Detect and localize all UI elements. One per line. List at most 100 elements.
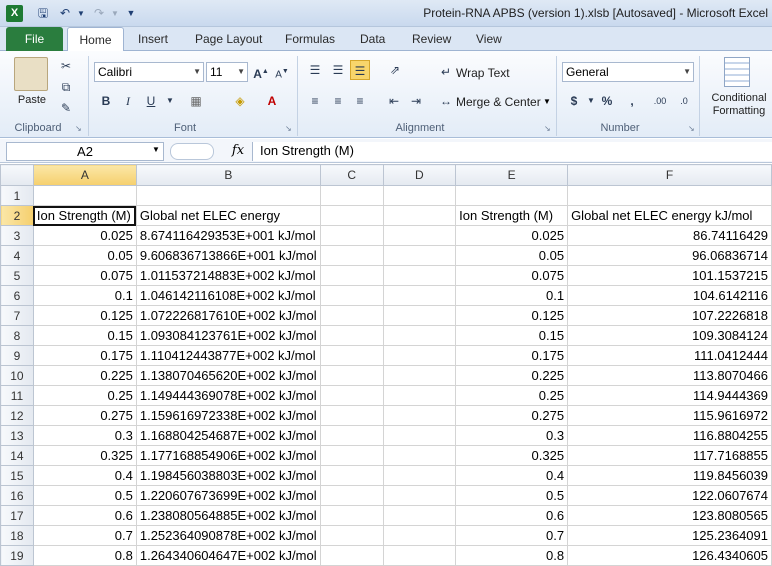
font-name-combo[interactable]: Calibri ▼: [94, 62, 204, 82]
cell-b[interactable]: 1.177168854906E+002 kJ/mol: [135, 445, 321, 466]
cell-f[interactable]: 123.8080565: [567, 505, 772, 526]
cell-a[interactable]: 0.5: [32, 485, 137, 506]
cell-c[interactable]: [319, 325, 384, 346]
column-header-e[interactable]: E: [455, 164, 569, 186]
cell-a[interactable]: 0.7: [32, 525, 137, 546]
row-header[interactable]: 18: [0, 525, 34, 546]
cell-d[interactable]: [382, 485, 457, 506]
cell-a[interactable]: 0.05: [32, 245, 137, 266]
cell-b[interactable]: [135, 185, 321, 206]
cell-d[interactable]: [382, 365, 457, 386]
cell-e[interactable]: 0.275: [455, 405, 569, 426]
cell-a[interactable]: 0.325: [32, 445, 137, 466]
cell-f[interactable]: 109.3084124: [567, 325, 772, 346]
cell-e[interactable]: 0.7: [455, 525, 569, 546]
font-size-combo[interactable]: 11 ▼: [206, 62, 248, 82]
cell-b[interactable]: 1.138070465620E+002 kJ/mol: [135, 365, 321, 386]
row-header[interactable]: 7: [0, 305, 34, 326]
column-header-b[interactable]: B: [135, 164, 321, 186]
cell-d[interactable]: [382, 225, 457, 246]
cell-e[interactable]: 0.15: [455, 325, 569, 346]
merge-dropdown-icon[interactable]: ▼: [543, 97, 551, 106]
cell-d[interactable]: [382, 525, 457, 546]
column-header-d[interactable]: D: [382, 164, 457, 186]
cell-e[interactable]: Ion Strength (M): [455, 205, 569, 226]
name-box[interactable]: A2: [6, 142, 164, 161]
row-header[interactable]: 15: [0, 465, 34, 486]
cell-e[interactable]: 0.6: [455, 505, 569, 526]
align-left-icon[interactable]: ≡: [305, 91, 325, 111]
conditional-formatting-label-2[interactable]: Formatting: [704, 105, 772, 117]
select-all-corner[interactable]: [0, 164, 34, 186]
cell-e[interactable]: 0.025: [455, 225, 569, 246]
insert-function-button[interactable]: fx: [228, 142, 248, 161]
row-header[interactable]: 9: [0, 345, 34, 366]
cell-b[interactable]: 1.149444369078E+002 kJ/mol: [135, 385, 321, 406]
cell-a[interactable]: 0.1: [32, 285, 137, 306]
cell-e[interactable]: 0.05: [455, 245, 569, 266]
align-right-icon[interactable]: ≡: [350, 91, 370, 111]
shrink-font-icon[interactable]: A▼: [272, 62, 292, 82]
cell-c[interactable]: [319, 525, 384, 546]
cell-a[interactable]: [32, 185, 137, 206]
cell-c[interactable]: [319, 345, 384, 366]
cell-e[interactable]: 0.225: [455, 365, 569, 386]
bold-button[interactable]: B: [96, 91, 116, 111]
cell-a[interactable]: 0.225: [32, 365, 137, 386]
cut-icon[interactable]: ✂: [56, 56, 76, 76]
format-painter-icon[interactable]: ✎: [56, 98, 76, 118]
fill-color-icon[interactable]: ◈: [230, 91, 250, 111]
cell-b[interactable]: 1.238080564885E+002 kJ/mol: [135, 505, 321, 526]
cell-b[interactable]: 1.168804254687E+002 kJ/mol: [135, 425, 321, 446]
cell-e[interactable]: 0.075: [455, 265, 569, 286]
formula-input[interactable]: Ion Strength (M): [252, 142, 772, 161]
orientation-icon[interactable]: ⇗: [385, 60, 405, 80]
cell-c[interactable]: [319, 225, 384, 246]
decrease-indent-icon[interactable]: ⇤: [384, 91, 404, 111]
cell-a[interactable]: 0.125: [32, 305, 137, 326]
cell-a[interactable]: 0.025: [32, 225, 137, 246]
cell-c[interactable]: [319, 465, 384, 486]
cell-b[interactable]: 1.110412443877E+002 kJ/mol: [135, 345, 321, 366]
cell-c[interactable]: [319, 505, 384, 526]
font-color-icon[interactable]: A: [262, 91, 282, 111]
paste-icon[interactable]: [14, 57, 48, 91]
tab-home[interactable]: Home: [67, 27, 124, 52]
cell-b[interactable]: 1.046142116108E+002 kJ/mol: [135, 285, 321, 306]
align-middle-icon[interactable]: ☰: [328, 60, 348, 80]
cell-b[interactable]: 1.252364090878E+002 kJ/mol: [135, 525, 321, 546]
cell-a[interactable]: 0.3: [32, 425, 137, 446]
tab-view[interactable]: View: [476, 32, 502, 51]
paste-button[interactable]: Paste: [10, 94, 54, 106]
number-format-combo[interactable]: General ▼: [562, 62, 694, 82]
comma-button[interactable]: ,: [622, 91, 642, 111]
cell-f[interactable]: Global net ELEC energy kJ/mol: [567, 205, 772, 226]
row-header[interactable]: 16: [0, 485, 34, 506]
number-launcher-icon[interactable]: ↘: [688, 124, 695, 133]
cell-d[interactable]: [382, 465, 457, 486]
cell-f[interactable]: 117.7168855: [567, 445, 772, 466]
cell-c[interactable]: [319, 205, 384, 226]
decrease-decimal-button[interactable]: .0: [674, 91, 694, 111]
increase-decimal-button[interactable]: .00: [650, 91, 670, 111]
cell-a[interactable]: Ion Strength (M): [32, 205, 137, 226]
cell-c[interactable]: [319, 185, 384, 206]
cell-d[interactable]: [382, 285, 457, 306]
conditional-formatting-label-1[interactable]: Conditional: [704, 92, 772, 104]
cell-d[interactable]: [382, 545, 457, 566]
cell-f[interactable]: 116.8804255: [567, 425, 772, 446]
cell-c[interactable]: [319, 305, 384, 326]
row-header[interactable]: 11: [0, 385, 34, 406]
tab-page-layout[interactable]: Page Layout: [195, 32, 262, 51]
cell-c[interactable]: [319, 265, 384, 286]
cell-b[interactable]: 1.159616972338E+002 kJ/mol: [135, 405, 321, 426]
row-header[interactable]: 14: [0, 445, 34, 466]
increase-indent-icon[interactable]: ⇥: [406, 91, 426, 111]
tab-file[interactable]: File: [6, 27, 63, 51]
cell-e[interactable]: 0.4: [455, 465, 569, 486]
row-header[interactable]: 8: [0, 325, 34, 346]
italic-button[interactable]: I: [118, 91, 138, 111]
cell-a[interactable]: 0.8: [32, 545, 137, 566]
cell-e[interactable]: 0.1: [455, 285, 569, 306]
cell-e[interactable]: 0.175: [455, 345, 569, 366]
